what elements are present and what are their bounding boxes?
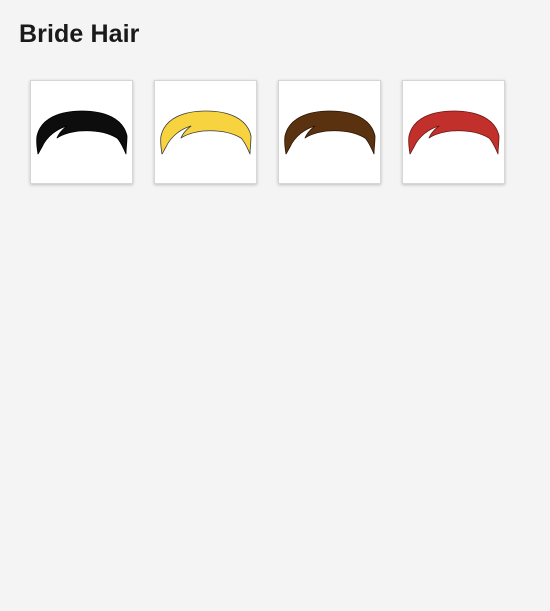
hair-icon	[408, 110, 500, 155]
hair-icon	[36, 110, 128, 155]
hair-options-grid	[30, 80, 505, 184]
hair-option-black[interactable]	[30, 80, 133, 184]
hair-icon	[160, 110, 252, 155]
hair-option-brown[interactable]	[278, 80, 381, 184]
bride-hair-panel: Bride Hair	[0, 0, 550, 611]
hair-option-red[interactable]	[402, 80, 505, 184]
hair-shape	[36, 110, 128, 155]
hair-icon	[284, 110, 376, 155]
hair-shape	[160, 110, 252, 155]
hair-option-blonde[interactable]	[154, 80, 257, 184]
hair-shape	[284, 110, 376, 155]
hair-shape	[408, 110, 500, 155]
section-title: Bride Hair	[19, 20, 140, 48]
